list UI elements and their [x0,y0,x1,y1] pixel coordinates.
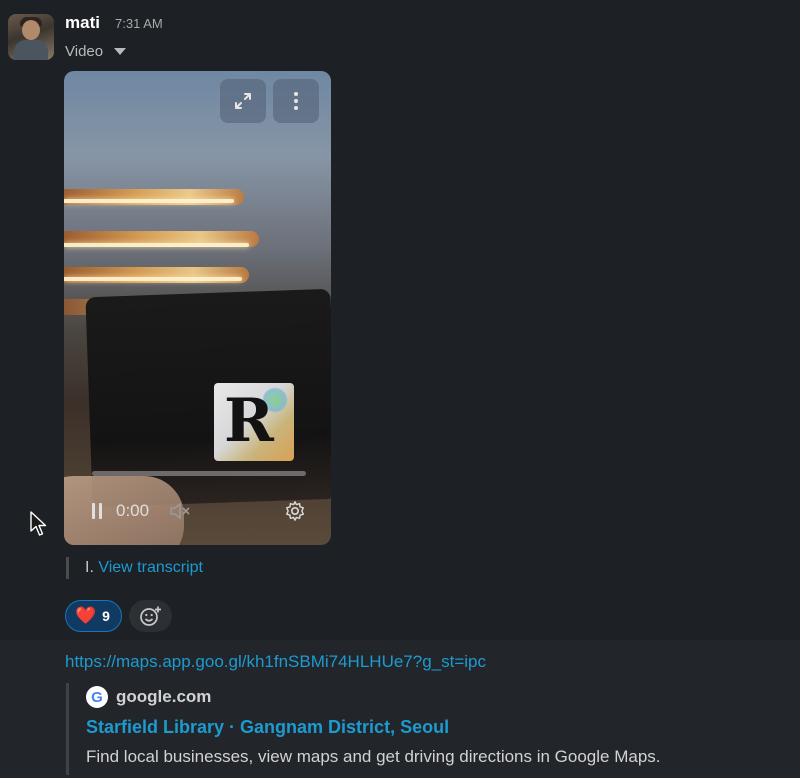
reaction-heart[interactable]: ❤️ 9 [65,600,122,632]
preview-site-name: google.com [116,687,212,706]
heart-emoji: ❤️ [75,606,97,625]
more-icon [294,92,298,110]
video-player[interactable]: R 0:00 [64,71,331,545]
attachment-toggle[interactable]: Video [65,43,127,60]
mouse-cursor [30,511,47,536]
preview-title[interactable]: Starfield Library · Gangnam District, Se… [86,717,661,738]
video-progress-bar[interactable] [92,471,306,476]
video-controls: 0:00 [92,499,306,523]
more-actions-button[interactable] [273,79,319,123]
author-name[interactable]: mati [65,13,100,33]
transcript-prefix: I. [85,559,94,576]
expand-icon [235,93,251,109]
attachment-label: Video [65,43,104,60]
maps-link[interactable]: https://maps.app.goo.gl/kh1fnSBMi74HLHUe… [65,652,486,672]
reaction-count: 9 [102,608,110,624]
caret-down-icon [114,48,127,55]
google-icon: G [86,686,108,708]
add-reaction-button[interactable] [129,600,172,632]
pause-icon[interactable] [92,503,102,519]
add-reaction-icon [139,606,161,626]
settings-icon[interactable] [284,500,306,522]
view-transcript-link[interactable]: View transcript [98,559,203,576]
video-time: 0:00 [116,501,150,520]
preview-description: Find local businesses, view maps and get… [86,747,661,766]
r-logo: R [214,383,294,461]
mute-icon[interactable] [169,502,191,520]
avatar[interactable] [8,14,54,60]
message-timestamp[interactable]: 7:31 AM [115,16,163,31]
transcript-row: I. View transcript [66,557,203,579]
expand-button[interactable] [220,79,266,123]
link-preview: G google.com Starfield Library · Gangnam… [66,683,661,775]
